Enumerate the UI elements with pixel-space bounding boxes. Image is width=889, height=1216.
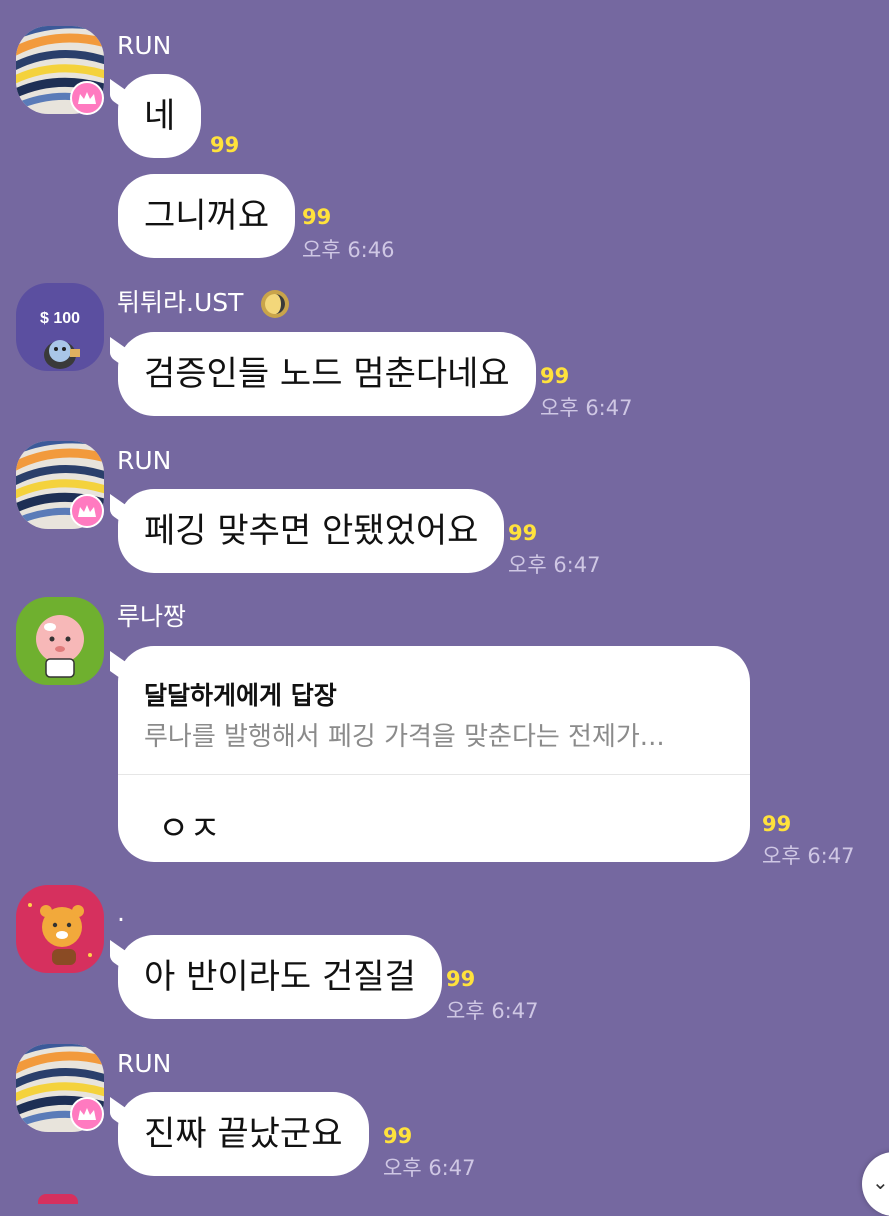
reply-divider [118, 774, 750, 775]
message-bubble[interactable]: 그니꺼요 [118, 174, 296, 258]
sender-name: RUN [117, 446, 172, 475]
chevron-down-icon: ⌄ [872, 1170, 889, 1194]
reply-message-bubble[interactable]: 달달하게에게 답장 루나를 발행해서 페깅 가격을 맞춘다는 전제가... ㅇㅈ [118, 646, 750, 862]
message-bubble[interactable]: 진짜 끝났군요 [118, 1092, 369, 1176]
sender-name: . [117, 898, 125, 927]
scroll-down-button[interactable]: ⌄ [862, 1152, 889, 1216]
unread-count: 99 [508, 521, 538, 545]
sender-name: 루나짱 [117, 602, 187, 631]
message-time: 오후 6:46 [302, 238, 395, 262]
reply-title: 달달하게에게 답장 [144, 681, 337, 710]
message-time: 오후 6:47 [383, 1156, 476, 1180]
dollar-avatar[interactable]: $ 100 [16, 283, 104, 371]
avatar-label: $ 100 [40, 310, 80, 327]
gold-coin-icon [260, 289, 290, 319]
crown-icon [70, 81, 104, 115]
unread-count: 99 [762, 812, 792, 836]
peach-character-avatar[interactable] [16, 597, 104, 685]
chat-room: RUN 네 99 그니꺼요 99 오후 6:46 $ 100 튀튀라.UST 검… [0, 0, 889, 1216]
reply-quote[interactable]: 루나를 발행해서 페깅 가격을 맞춘다는 전제가... [144, 716, 665, 753]
message-bubble[interactable]: 페깅 맞추면 안됐었어요 [118, 489, 505, 573]
crown-icon [70, 1097, 104, 1131]
message-time: 오후 6:47 [446, 999, 539, 1023]
lion-character-avatar[interactable] [16, 885, 104, 973]
message-time: 오후 6:47 [762, 844, 855, 868]
lion-character-image [16, 885, 104, 973]
message-time: 오후 6:47 [508, 553, 601, 577]
unread-count: 99 [302, 205, 332, 229]
sender-name: RUN [117, 31, 172, 60]
unread-count: 99 [210, 133, 240, 157]
next-avatar-edge [38, 1194, 78, 1204]
message-bubble[interactable]: 네 [118, 74, 202, 158]
sender-name: RUN [117, 1049, 172, 1078]
sender-name: 튀튀라.UST [117, 288, 244, 317]
message-time: 오후 6:47 [540, 396, 633, 420]
unread-count: 99 [540, 364, 570, 388]
message-bubble[interactable]: 아 반이라도 건질걸 [118, 935, 442, 1019]
crown-icon [70, 494, 104, 528]
peach-character-image [16, 597, 104, 685]
message-bubble[interactable]: 검증인들 노드 멈춘다네요 [118, 332, 536, 416]
dollar-character-image: $ 100 [16, 283, 104, 371]
unread-count: 99 [383, 1124, 413, 1148]
unread-count: 99 [446, 967, 476, 991]
reply-text: ㅇㅈ [158, 809, 221, 849]
